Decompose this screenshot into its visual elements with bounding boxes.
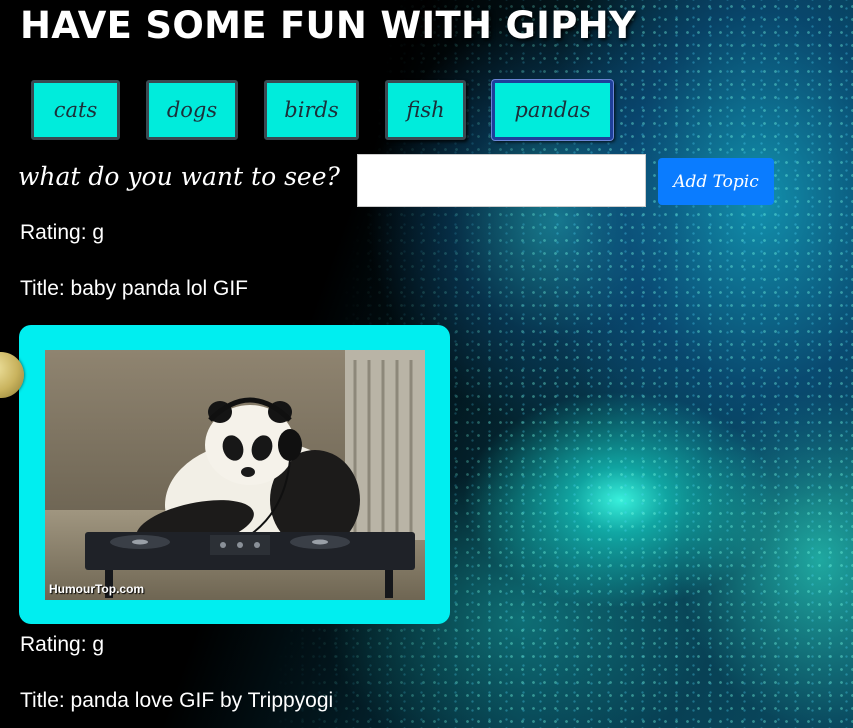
topic-button-cats[interactable]: cats <box>31 80 120 140</box>
result-1-title: Title: baby panda lol GIF <box>20 277 249 300</box>
page-title: HAVE SOME FUN WITH GIPHY <box>20 4 637 47</box>
gif-watermark: HumourTop.com <box>49 582 145 596</box>
result-2-title: Title: panda love GIF by Trippyogi <box>20 689 334 712</box>
result-2-rating: Rating: g <box>20 633 105 656</box>
topic-button-dogs[interactable]: dogs <box>146 80 238 140</box>
result-1-gif-card[interactable]: HumourTop.com <box>19 325 450 624</box>
topic-button-birds[interactable]: birds <box>264 80 359 140</box>
topic-button-pandas[interactable]: pandas <box>492 80 613 140</box>
result-1-rating: Rating: g <box>20 221 105 244</box>
panda-dj-image <box>45 350 425 600</box>
add-topic-button[interactable]: Add Topic <box>658 158 774 205</box>
topic-input[interactable] <box>357 154 646 207</box>
topic-button-fish[interactable]: fish <box>385 80 466 140</box>
topic-prompt-label: what do you want to see? <box>18 162 340 191</box>
result-1-gif-image[interactable]: HumourTop.com <box>45 350 425 600</box>
